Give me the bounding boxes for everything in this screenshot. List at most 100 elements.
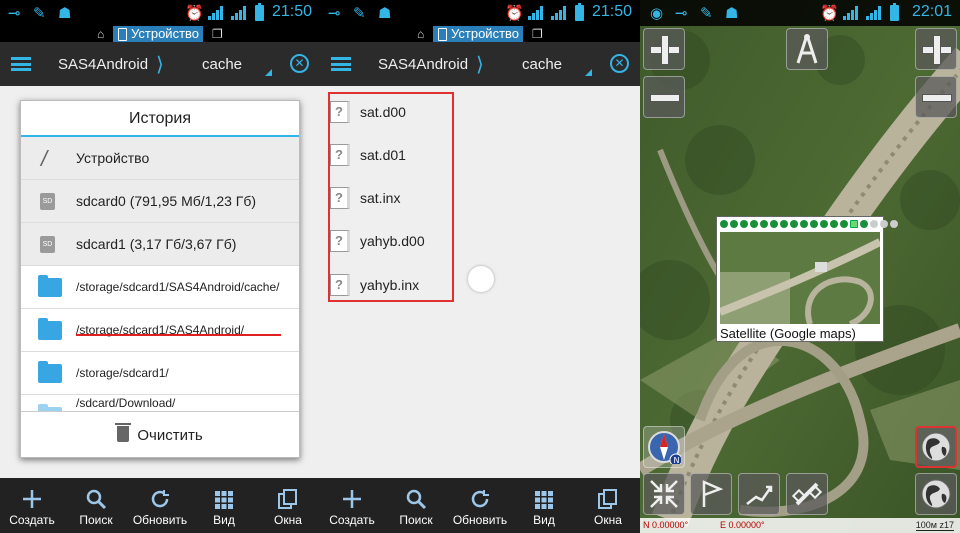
usb-icon: ⊸ bbox=[8, 5, 21, 22]
android-icon: ☗ bbox=[725, 5, 739, 22]
collapse-arrows-icon bbox=[650, 480, 678, 508]
satellite-button[interactable] bbox=[786, 473, 828, 515]
history-item-sdcard0[interactable]: SD sdcard0 (791,95 Мб/1,23 Гб) bbox=[21, 180, 299, 223]
file-list-area: ? sat.d00 ? sat.d01 ? sat.inx ? yahyb.d0… bbox=[320, 86, 640, 478]
history-item-device[interactable]: / Устройство bbox=[21, 137, 299, 180]
clock: 22:01 bbox=[911, 3, 952, 20]
refresh-label: Обновить bbox=[132, 513, 188, 527]
gps-compass-button[interactable]: N bbox=[643, 426, 685, 468]
device-chip: Устройство bbox=[433, 26, 524, 42]
android-icon: ☗ bbox=[378, 5, 392, 22]
dialog-title: История bbox=[21, 101, 299, 137]
history-item-label: /sdcard/Download/ bbox=[76, 396, 176, 410]
status-bar: ◉ ⊸ ✎ ☗ ⏰ 22:01 bbox=[640, 0, 960, 26]
zoom-out-button-right[interactable] bbox=[915, 76, 957, 118]
file-name: sat.d01 bbox=[360, 147, 406, 163]
close-icon[interactable]: ✕ bbox=[290, 54, 309, 73]
debug-icon: ✎ bbox=[700, 5, 713, 22]
history-item-label: sdcard1 (3,17 Гб/3,67 Гб) bbox=[76, 236, 237, 252]
folder-icon bbox=[38, 361, 62, 383]
refresh-button[interactable]: Обновить bbox=[448, 478, 512, 533]
globe-icon bbox=[921, 432, 951, 462]
history-item-sas4android[interactable]: /storage/sdcard1/SAS4Android/ bbox=[21, 309, 299, 352]
windows-label: Окна bbox=[274, 513, 302, 527]
clear-history-button[interactable]: Очистить bbox=[21, 411, 299, 457]
view-button[interactable]: Вид bbox=[192, 478, 256, 533]
signal-icon-2 bbox=[866, 4, 881, 22]
signal-icon-2 bbox=[231, 4, 246, 22]
alarm-icon: ⏰ bbox=[185, 5, 204, 22]
search-button[interactable]: Поиск bbox=[384, 478, 448, 533]
history-item-download[interactable]: /sdcard/Download/ bbox=[21, 395, 299, 411]
menu-icon[interactable] bbox=[331, 57, 351, 71]
copy-icon: ❐ bbox=[532, 27, 543, 41]
action-bar: SAS4Android ⟩ cache ✕ bbox=[0, 42, 320, 86]
layers-button[interactable] bbox=[915, 473, 957, 515]
file-item-yahyb-inx[interactable]: ? yahyb.inx bbox=[330, 272, 419, 298]
debug-icon: ✎ bbox=[353, 5, 366, 22]
file-item-sat-d01[interactable]: ? sat.d01 bbox=[330, 142, 406, 168]
create-label: Создать bbox=[329, 513, 375, 527]
home-icon: ⌂ bbox=[97, 27, 105, 41]
minus-icon bbox=[650, 83, 680, 111]
dropdown-indicator-icon[interactable] bbox=[585, 69, 592, 76]
zoom-in-button[interactable] bbox=[643, 28, 685, 70]
dropdown-indicator-icon[interactable] bbox=[265, 69, 272, 76]
scale-readout: 100м z17 bbox=[915, 520, 954, 531]
plus-icon bbox=[650, 35, 680, 65]
history-item-sdcard1[interactable]: SD sdcard1 (3,17 Гб/3,67 Гб) bbox=[21, 223, 299, 266]
notification-subbar: ⌂ Устройство ❐ bbox=[320, 26, 640, 42]
app-title[interactable]: SAS4Android bbox=[378, 56, 468, 73]
breadcrumb-folder[interactable]: cache bbox=[522, 56, 562, 73]
measure-button[interactable] bbox=[786, 28, 828, 70]
layers-button-highlighted[interactable] bbox=[915, 426, 957, 468]
marker-button[interactable] bbox=[690, 473, 732, 515]
windows-button[interactable]: Окна bbox=[576, 478, 640, 533]
latitude-readout: N 0.00000° bbox=[643, 520, 689, 530]
zoom-in-button-right[interactable] bbox=[915, 28, 957, 70]
app-title[interactable]: SAS4Android bbox=[58, 56, 148, 73]
debug-icon: ✎ bbox=[33, 5, 46, 22]
refresh-button[interactable]: Обновить bbox=[128, 478, 192, 533]
track-button[interactable] bbox=[738, 473, 780, 515]
breadcrumb-separator: ⟩ bbox=[156, 54, 164, 76]
close-icon[interactable]: ✕ bbox=[610, 54, 629, 73]
folder-icon bbox=[38, 275, 62, 297]
compass-divider-icon bbox=[796, 34, 818, 64]
minus-icon bbox=[922, 83, 952, 111]
search-button[interactable]: Поиск bbox=[64, 478, 128, 533]
unknown-file-icon: ? bbox=[330, 274, 350, 296]
copy-icon: ❐ bbox=[212, 27, 223, 41]
folder-icon bbox=[38, 318, 62, 340]
file-item-yahyb-d00[interactable]: ? yahyb.d00 bbox=[330, 228, 425, 254]
file-item-sat-inx[interactable]: ? sat.inx bbox=[330, 185, 400, 211]
history-item-label: /storage/sdcard1/SAS4Android/cache/ bbox=[76, 280, 280, 294]
signal-icon-1 bbox=[843, 4, 858, 22]
menu-icon[interactable] bbox=[11, 57, 31, 71]
status-bar: ⊸ ✎ ☗ ⏰ 21:50 bbox=[320, 0, 640, 26]
fullscreen-button[interactable] bbox=[643, 473, 685, 515]
view-button[interactable]: Вид bbox=[512, 478, 576, 533]
file-item-sat-d00[interactable]: ? sat.d00 bbox=[330, 99, 406, 125]
sd-card-icon: SD bbox=[40, 236, 55, 253]
location-icon: ◉ bbox=[650, 5, 664, 22]
file-name: yahyb.inx bbox=[360, 277, 420, 293]
status-bar: ⊸ ✎ ☗ ⏰ 21:50 bbox=[0, 0, 320, 26]
compass-icon: N bbox=[648, 431, 681, 464]
zoom-level-dots bbox=[720, 220, 898, 228]
create-label: Создать bbox=[9, 513, 55, 527]
breadcrumb-folder[interactable]: cache bbox=[202, 56, 242, 73]
usb-icon: ⊸ bbox=[675, 5, 688, 22]
layer-caption: Satellite (Google maps) bbox=[720, 326, 856, 341]
create-button[interactable]: Создать bbox=[0, 478, 64, 533]
layer-preview[interactable]: Satellite (Google maps) bbox=[716, 216, 898, 342]
unknown-file-icon: ? bbox=[330, 144, 350, 166]
unknown-file-icon: ? bbox=[330, 101, 350, 123]
history-item-cache[interactable]: /storage/sdcard1/SAS4Android/cache/ bbox=[21, 266, 299, 309]
grid-icon bbox=[192, 478, 256, 510]
home-icon: ⌂ bbox=[417, 27, 425, 41]
history-item-label: /storage/sdcard1/SAS4Android/ bbox=[76, 323, 245, 337]
windows-button[interactable]: Окна bbox=[256, 478, 320, 533]
create-button[interactable]: Создать bbox=[320, 478, 384, 533]
zoom-out-button[interactable] bbox=[643, 76, 685, 118]
